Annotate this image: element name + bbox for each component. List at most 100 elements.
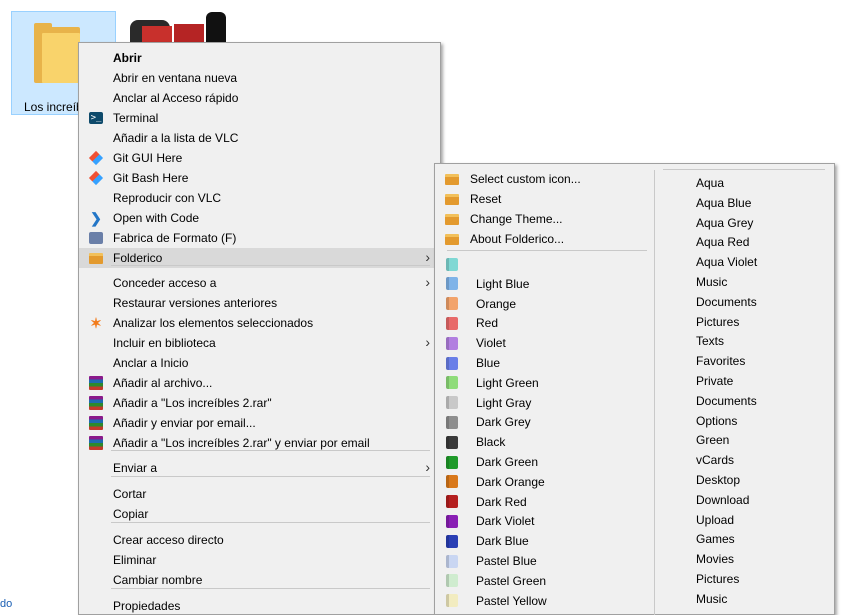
color-option-dark-green[interactable]: Dark Green <box>435 452 650 472</box>
menu-item-enviar-a[interactable]: Enviar a › <box>79 458 440 478</box>
color-option-label: Dark Red <box>476 494 527 509</box>
theme-option-aqua-red[interactable]: Aqua Red <box>696 235 749 249</box>
menu-item-incluir-en-biblioteca[interactable]: Incluir en biblioteca › <box>79 333 440 353</box>
menu-item-cambiar-nombre[interactable]: Cambiar nombre <box>79 570 440 590</box>
menu-item-anclar-al-acceso-rapido[interactable]: Anclar al Acceso rápido <box>79 88 440 108</box>
color-option-light-green[interactable]: Light Green <box>435 373 650 393</box>
color-option-dark-violet[interactable]: Dark Violet <box>435 511 650 531</box>
theme-option-green[interactable]: Green <box>696 433 729 447</box>
menu-item-label: Analizar los elementos seleccionados <box>113 316 314 330</box>
color-option-dark-grey[interactable]: Dark Grey <box>435 412 650 432</box>
folderico-icon <box>445 232 459 246</box>
winrar-icon <box>89 396 103 410</box>
theme-option-documents[interactable]: Documents <box>696 295 757 309</box>
color-folder-icon <box>445 297 459 311</box>
color-option-red[interactable]: Red <box>435 313 650 333</box>
theme-option-pictures[interactable]: Pictures <box>696 572 739 586</box>
theme-option-download[interactable]: Download <box>696 493 749 507</box>
theme-option-games[interactable]: Games <box>696 532 735 546</box>
menu-item-anadir-al-archivo[interactable]: Añadir al archivo... <box>79 373 440 393</box>
movie-thumbnail-icon[interactable] <box>130 10 230 42</box>
color-option-light-blue[interactable]: Light Blue <box>435 274 650 294</box>
theme-option-documents[interactable]: Documents <box>696 394 757 408</box>
color-folder-icon <box>445 376 459 390</box>
color-option-pastel-blue[interactable]: Pastel Blue <box>435 551 650 571</box>
theme-option-aqua-blue[interactable]: Aqua Blue <box>696 196 751 210</box>
color-option-pastel-yellow[interactable]: Pastel Yellow <box>435 591 650 611</box>
folderico-submenu: Select custom icon... Reset Change Theme..… <box>434 163 835 615</box>
menu-item-anadir-a-los-increibles-2-rar[interactable]: Añadir a "Los increíbles 2.rar" <box>79 393 440 413</box>
color-option-dark-red[interactable]: Dark Red <box>435 492 650 512</box>
color-option-label: Red <box>476 316 499 331</box>
menu-item-open-with-code[interactable]: ❯ Open with Code <box>79 208 440 228</box>
color-option-black[interactable]: Black <box>435 432 650 452</box>
menu-item-abrir-en-ventana-nueva[interactable]: Abrir en ventana nueva <box>79 68 440 88</box>
menu-item-anadir-y-enviar-por-email[interactable]: Añadir y enviar por email... <box>79 413 440 433</box>
menu-item-label: Copiar <box>113 507 149 521</box>
color-option-pastel-green[interactable]: Pastel Green <box>435 571 650 591</box>
color-folder-icon <box>445 316 459 330</box>
menu-item-reproducir-con-vlc[interactable]: Reproducir con VLC <box>79 188 440 208</box>
menu-item-label: Incluir en biblioteca <box>113 336 216 350</box>
menu-item-analizar-los-elementos-seleccionados[interactable]: ✶ Analizar los elementos seleccionados <box>79 313 440 333</box>
color-option-orange[interactable]: Orange <box>435 294 650 314</box>
menu-item-propiedades[interactable]: Propiedades <box>79 596 440 615</box>
folderico-action-change-theme[interactable]: Change Theme... <box>435 209 650 229</box>
theme-option-music[interactable]: Music <box>696 275 727 289</box>
folderico-icon <box>445 212 459 226</box>
context-menu: Abrir Abrir en ventana nueva Anclar al Acc… <box>78 42 441 615</box>
theme-option-aqua[interactable]: Aqua <box>696 176 724 190</box>
menu-item-conceder-acceso-a[interactable]: Conceder acceso a › <box>79 273 440 293</box>
folderico-action-select-custom-icon[interactable]: Select custom icon... <box>435 169 650 189</box>
theme-option-desktop[interactable]: Desktop <box>696 473 740 487</box>
theme-option-options[interactable]: Options <box>696 414 737 428</box>
menu-item-anclar-a-inicio[interactable]: Anclar a Inicio <box>79 353 440 373</box>
color-option-default[interactable] <box>435 254 650 274</box>
theme-option-private[interactable]: Private <box>696 374 733 388</box>
menu-item-label: Añadir a "Los increíbles 2.rar" <box>113 396 272 410</box>
color-folder-icon <box>445 594 459 608</box>
menu-item-git-bash-here[interactable]: Git Bash Here <box>79 168 440 188</box>
folderico-icon <box>445 192 459 206</box>
folderico-icon <box>445 172 459 186</box>
menu-item-fabrica-de-formato-f[interactable]: Fabrica de Formato (F) <box>79 228 440 248</box>
theme-option-aqua-violet[interactable]: Aqua Violet <box>696 255 757 269</box>
color-option-violet[interactable]: Violet <box>435 333 650 353</box>
menu-separator <box>111 522 430 523</box>
color-option-light-gray[interactable]: Light Gray <box>435 393 650 413</box>
menu-item-git-gui-here[interactable]: Git GUI Here <box>79 148 440 168</box>
menu-item-cortar[interactable]: Cortar <box>79 484 440 504</box>
theme-option-upload[interactable]: Upload <box>696 513 734 527</box>
menu-item-terminal[interactable]: >_ Terminal <box>79 108 440 128</box>
menu-item-crear-acceso-directo[interactable]: Crear acceso directo <box>79 530 440 550</box>
color-option-dark-blue[interactable]: Dark Blue <box>435 531 650 551</box>
edge-text: do <box>0 598 13 610</box>
menu-item-label: Open with Code <box>113 211 200 225</box>
winrar-icon <box>89 376 103 390</box>
color-option-dark-orange[interactable]: Dark Orange <box>435 472 650 492</box>
menu-item-eliminar[interactable]: Eliminar <box>79 550 440 570</box>
color-option-label: Dark Violet <box>476 514 535 529</box>
color-folder-icon <box>445 435 459 449</box>
menu-item-restaurar-versiones-anteriores[interactable]: Restaurar versiones anteriores <box>79 293 440 313</box>
menu-item-copiar[interactable]: Copiar <box>79 504 440 524</box>
menu-item-anadir-a-la-lista-de-vlc[interactable]: Añadir a la lista de VLC <box>79 128 440 148</box>
folderico-action-about-folderico[interactable]: About Folderico... <box>435 229 650 249</box>
theme-option-music[interactable]: Music <box>696 592 727 606</box>
color-option-label: Light Gray <box>476 395 532 410</box>
color-option-label: Violet <box>476 336 506 351</box>
theme-option-pictures[interactable]: Pictures <box>696 315 739 329</box>
color-option-blue[interactable]: Blue <box>435 353 650 373</box>
theme-option-movies[interactable]: Movies <box>696 552 734 566</box>
theme-option-vcards[interactable]: vCards <box>696 453 734 467</box>
theme-option-aqua-grey[interactable]: Aqua Grey <box>696 216 753 230</box>
folderico-action-reset[interactable]: Reset <box>435 189 650 209</box>
color-option-label: Dark Orange <box>476 474 545 489</box>
menu-item-label: Anclar al Acceso rápido <box>113 91 239 105</box>
menu-item-label: Cambiar nombre <box>113 573 203 587</box>
chevron-right-icon: › <box>425 334 430 350</box>
theme-option-favorites[interactable]: Favorites <box>696 354 745 368</box>
menu-item-abrir[interactable]: Abrir <box>79 48 440 68</box>
theme-option-texts[interactable]: Texts <box>696 334 724 348</box>
color-folder-icon <box>445 257 459 271</box>
